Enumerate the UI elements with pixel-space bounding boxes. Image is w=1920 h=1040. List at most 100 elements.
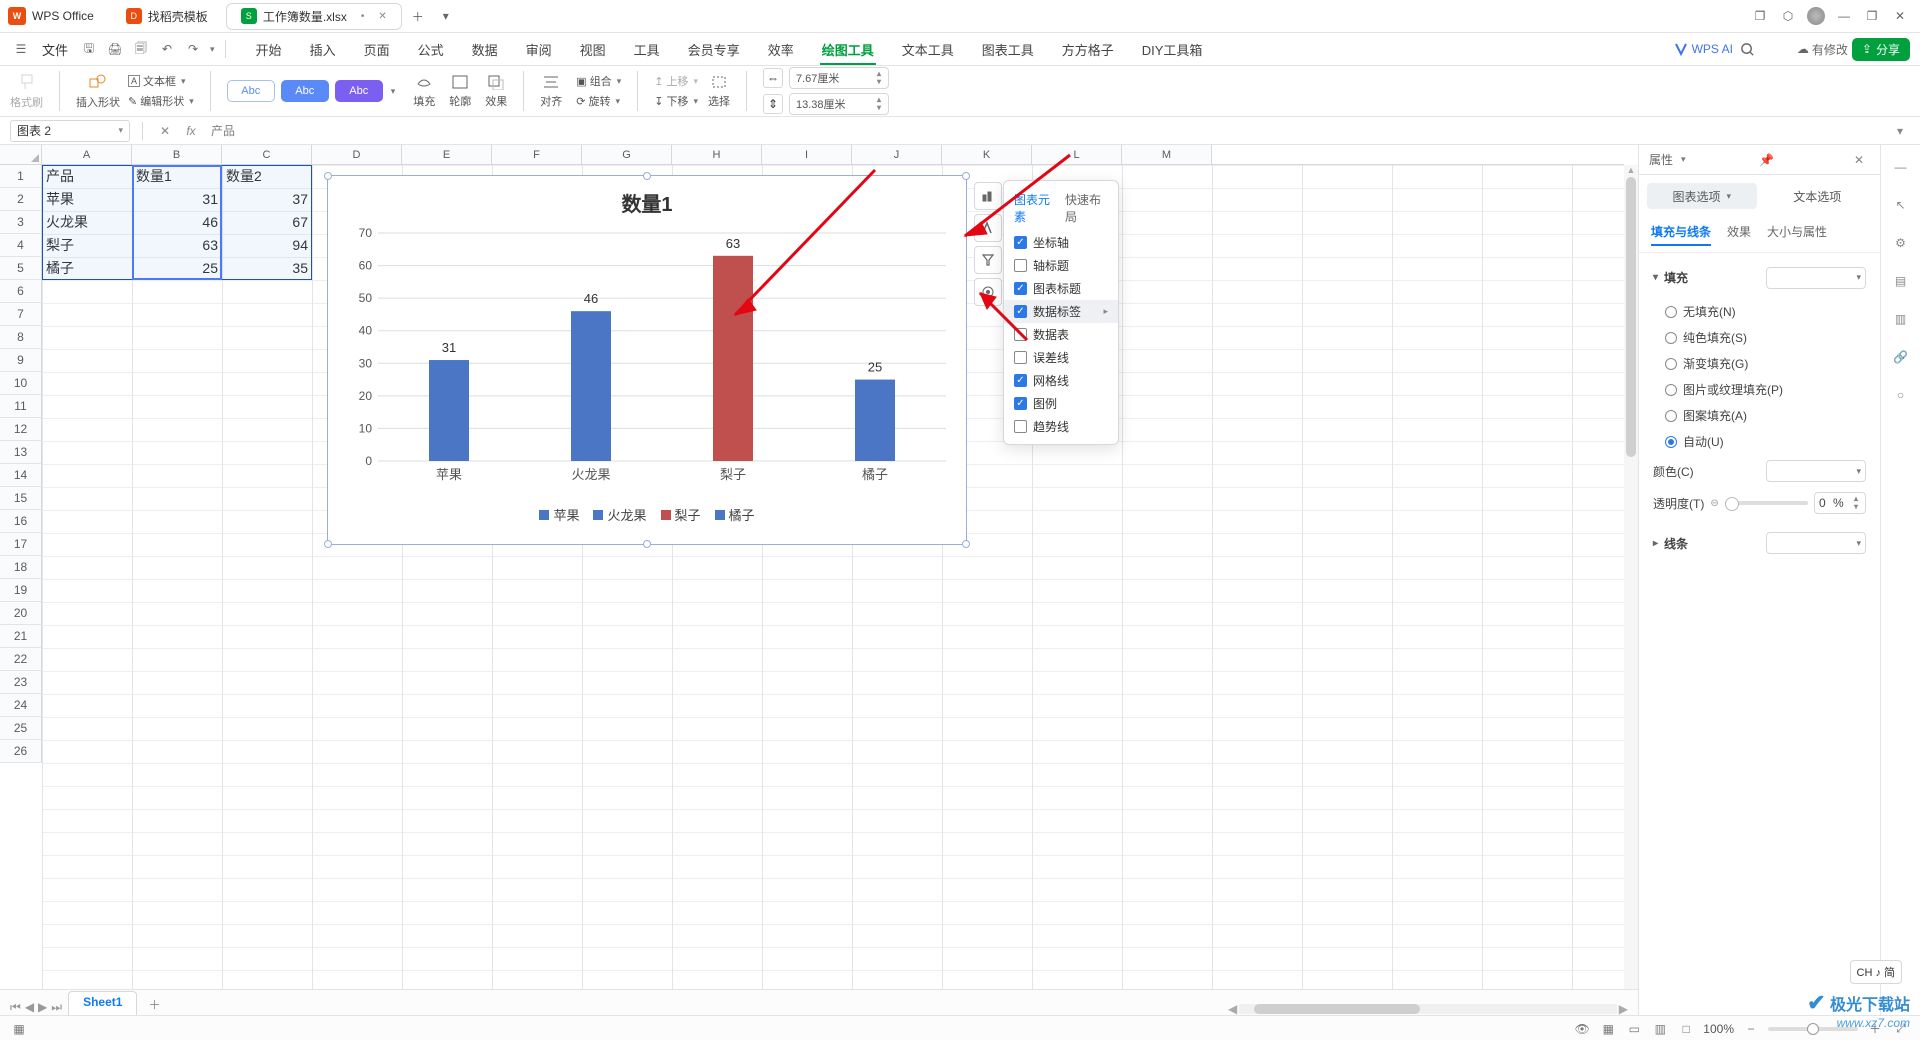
cell-C3[interactable]: 67 — [222, 211, 312, 233]
window-multi-icon[interactable]: ❐ — [1748, 4, 1772, 28]
popup-item-数据表[interactable]: 数据表 — [1004, 323, 1118, 346]
row-head-5[interactable]: 5 — [0, 257, 42, 280]
handle-nw[interactable] — [324, 172, 332, 180]
popup-item-网格线[interactable]: ✓网格线 — [1004, 369, 1118, 392]
cell-C1[interactable]: 数量2 — [222, 165, 312, 187]
zoom-value[interactable]: 100% — [1703, 1022, 1734, 1036]
row-head-22[interactable]: 22 — [0, 648, 42, 671]
row-head-14[interactable]: 14 — [0, 464, 42, 487]
subtab-size[interactable]: 大小与属性 — [1767, 223, 1827, 246]
row-head-7[interactable]: 7 — [0, 303, 42, 326]
style-preset-2[interactable]: Abc — [281, 80, 329, 102]
row-head-6[interactable]: 6 — [0, 280, 42, 303]
tab-list-button[interactable]: ▾ — [434, 4, 458, 28]
print-icon[interactable]: 🖨 — [104, 38, 126, 60]
radio-icon[interactable] — [1665, 358, 1677, 370]
row-head-23[interactable]: 23 — [0, 671, 42, 694]
row-head-10[interactable]: 10 — [0, 372, 42, 395]
row-head-25[interactable]: 25 — [0, 717, 42, 740]
menu-工具[interactable]: 工具 — [632, 40, 662, 59]
cell-C2[interactable]: 37 — [222, 188, 312, 210]
chart-filter-button[interactable] — [974, 246, 1002, 274]
menu-开始[interactable]: 开始 — [254, 40, 284, 59]
checkbox-icon[interactable]: ✓ — [1014, 374, 1027, 387]
checkbox-icon[interactable]: ✓ — [1014, 305, 1027, 318]
col-head-B[interactable]: B — [132, 145, 222, 164]
sheet-next-icon[interactable]: ▶ — [38, 1000, 47, 1015]
user-avatar[interactable] — [1804, 4, 1828, 28]
row-head-16[interactable]: 16 — [0, 510, 42, 533]
checkbox-icon[interactable] — [1014, 259, 1027, 272]
chart-style-button[interactable] — [974, 214, 1002, 242]
status-mode-icon[interactable]: ▦ — [10, 1020, 28, 1038]
cell-B5[interactable]: 25 — [132, 257, 222, 279]
hscroll-right-icon[interactable]: ▶ — [1619, 1002, 1628, 1015]
handle-se[interactable] — [962, 540, 970, 548]
menu-数据[interactable]: 数据 — [470, 40, 500, 59]
checkbox-icon[interactable]: ✓ — [1014, 236, 1027, 249]
line-preset-dropdown[interactable]: ▾ — [1766, 532, 1866, 554]
view-mode-icon[interactable]: □ — [1677, 1020, 1695, 1038]
col-head-L[interactable]: L — [1032, 145, 1122, 164]
ime-indicator[interactable]: CH ♪ 简 — [1850, 960, 1903, 984]
height-input[interactable]: 13.38厘米▴▾ — [789, 93, 889, 115]
checkbox-icon[interactable] — [1014, 351, 1027, 364]
fill-option[interactable]: 图案填充(A) — [1665, 407, 1866, 424]
checkbox-icon[interactable]: ✓ — [1014, 397, 1027, 410]
more-panel-icon[interactable]: ○ — [1889, 383, 1913, 407]
link-panel-icon[interactable]: 🔗 — [1889, 345, 1913, 369]
col-head-C[interactable]: C — [222, 145, 312, 164]
col-head-E[interactable]: E — [402, 145, 492, 164]
cell-C4[interactable]: 94 — [222, 234, 312, 256]
row-head-21[interactable]: 21 — [0, 625, 42, 648]
vscrollbar-thumb[interactable] — [1626, 177, 1636, 457]
row-head-2[interactable]: 2 — [0, 188, 42, 211]
col-head-D[interactable]: D — [312, 145, 402, 164]
cell-B4[interactable]: 63 — [132, 234, 222, 256]
col-head-M[interactable]: M — [1122, 145, 1212, 164]
panel-tab-text-options[interactable]: 文本选项 — [1763, 183, 1873, 209]
popup-item-坐标轴[interactable]: ✓坐标轴 — [1004, 231, 1118, 254]
row-head-1[interactable]: 1 — [0, 165, 42, 188]
menu-方方格子[interactable]: 方方格子 — [1060, 40, 1116, 59]
row-head-20[interactable]: 20 — [0, 602, 42, 625]
radio-icon[interactable] — [1665, 410, 1677, 422]
color-picker[interactable]: ▾ — [1766, 460, 1866, 482]
maximize-button[interactable]: ❐ — [1860, 4, 1884, 28]
name-box[interactable]: 图表 2 ▾ — [10, 120, 130, 142]
popup-tab-quick[interactable]: 快速布局 — [1065, 191, 1108, 225]
row-head-26[interactable]: 26 — [0, 740, 42, 763]
row-head-18[interactable]: 18 — [0, 556, 42, 579]
tab-workbook[interactable]: S 工作簿数量.xlsx • ✕ — [226, 3, 402, 30]
popup-item-图表标题[interactable]: ✓图表标题 — [1004, 277, 1118, 300]
view-normal-icon[interactable]: ▦ — [1599, 1020, 1617, 1038]
transparency-slider[interactable] — [1725, 501, 1808, 505]
panel-tab-chart-options[interactable]: 图表选项▾ — [1647, 183, 1757, 209]
select-all-corner[interactable] — [0, 145, 42, 165]
col-head-G[interactable]: G — [582, 145, 672, 164]
menu-DIY工具箱[interactable]: DIY工具箱 — [1140, 40, 1205, 59]
vscroll-up-icon[interactable]: ▲ — [1624, 165, 1638, 175]
subtab-effect[interactable]: 效果 — [1727, 223, 1751, 246]
radio-icon[interactable] — [1665, 332, 1677, 344]
row-head-13[interactable]: 13 — [0, 441, 42, 464]
cell-B3[interactable]: 46 — [132, 211, 222, 233]
popup-item-误差线[interactable]: 误差线 — [1004, 346, 1118, 369]
cell-A5[interactable]: 橘子 — [42, 257, 132, 279]
row-head-11[interactable]: 11 — [0, 395, 42, 418]
menu-公式[interactable]: 公式 — [416, 40, 446, 59]
chart-settings-button[interactable] — [974, 278, 1002, 306]
menu-图表工具[interactable]: 图表工具 — [980, 40, 1036, 59]
style-panel-icon[interactable]: ⚙ — [1889, 231, 1913, 255]
expand-panel-icon[interactable]: — — [1889, 155, 1913, 179]
cursor-icon[interactable]: ↖ — [1889, 193, 1913, 217]
sheet-tab[interactable]: Sheet1 — [68, 991, 137, 1015]
grid-area[interactable]: 产品数量1数量2苹果3137火龙果4667梨子6394橘子2535 数量1 01… — [42, 165, 1624, 1015]
cell-A2[interactable]: 苹果 — [42, 188, 132, 210]
fill-option[interactable]: 渐变填充(G) — [1665, 355, 1866, 372]
menu-插入[interactable]: 插入 — [308, 40, 338, 59]
cell-A4[interactable]: 梨子 — [42, 234, 132, 256]
handle-sw[interactable] — [324, 540, 332, 548]
share-button[interactable]: ⇪ 分享 — [1852, 38, 1910, 61]
fill-button[interactable]: 填充 — [413, 74, 435, 109]
